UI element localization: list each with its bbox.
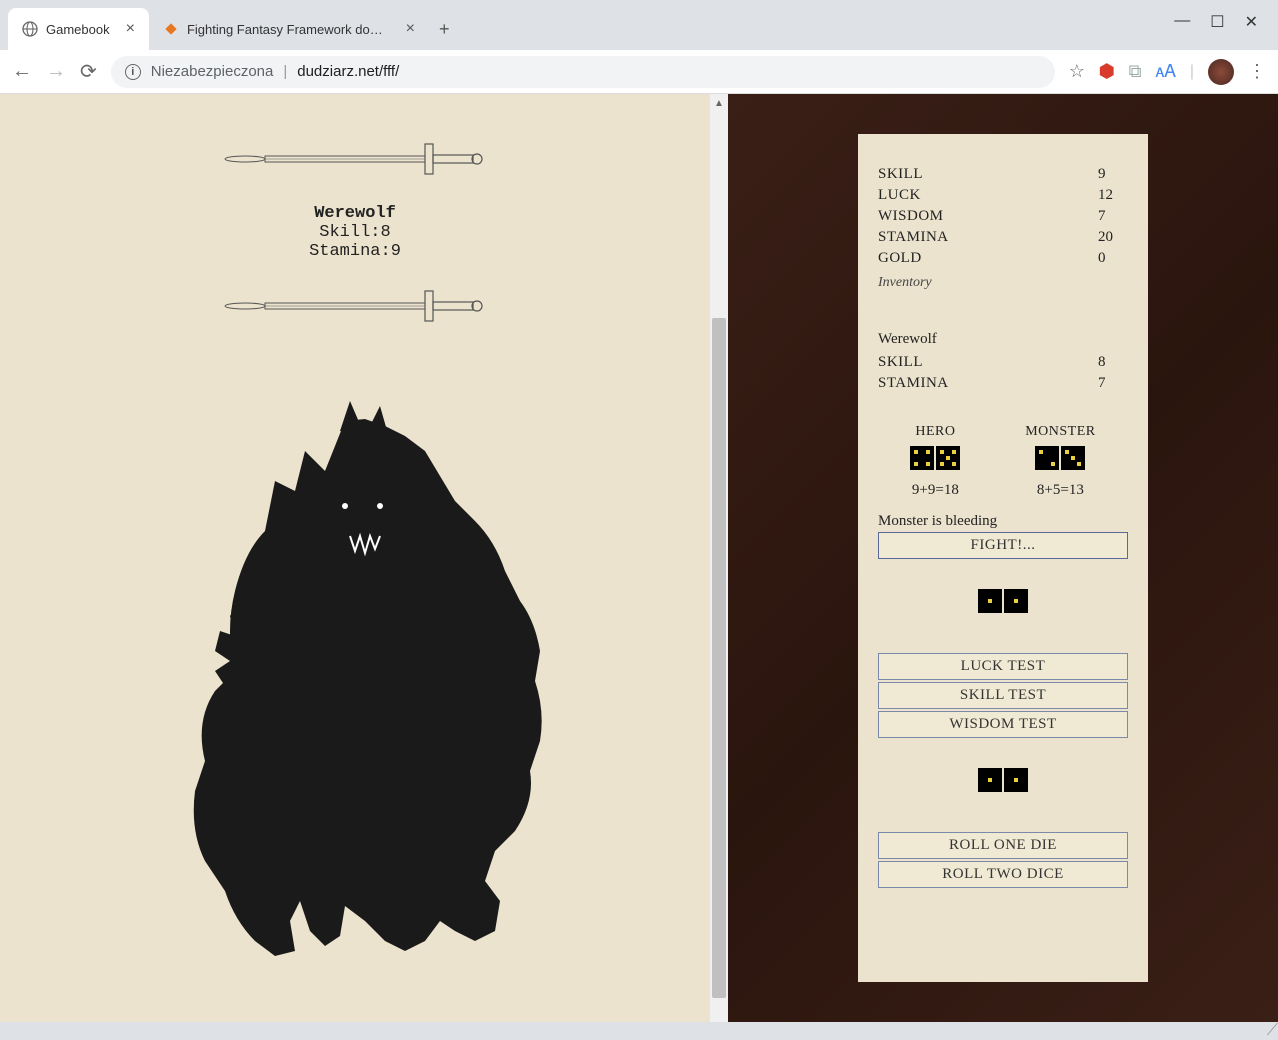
die-icon [1004,589,1028,613]
stat-row: GOLD 0 [878,248,1128,269]
monster-name: Werewolf [40,204,670,223]
stat-label: WISDOM [878,208,944,225]
stat-value: 7 [1098,375,1128,392]
die-icon [1061,446,1085,470]
forward-button[interactable]: → [46,60,66,83]
monster-label: MONSTER [1025,424,1095,440]
stat-label: SKILL [878,166,923,183]
die-icon [1004,768,1028,792]
die-icon [1035,446,1059,470]
window-controls: — ☐ ✕ [1154,0,1278,44]
die-icon [910,446,934,470]
star-icon[interactable]: ☆ [1069,61,1085,82]
stat-label: GOLD [878,250,922,267]
monster-math: 8+5=13 [1037,482,1084,499]
toolbar-right: ☆ ⬢ ⧉ 🗚 | ⋮ [1069,59,1266,85]
monster-combat-col: MONSTER 8+5=13 [1025,424,1095,499]
toolbar: ← → ⟳ i Niezabezpieczona | dudziarz.net/… [0,50,1278,94]
roll-dice [978,768,1028,792]
character-sheet: SKILL 9 LUCK 12 WISDOM 7 STAMINA 20 GOLD 0 Invent… [858,134,1148,982]
stat-row: SKILL 8 [878,352,1128,373]
tab-close-icon[interactable]: × [126,20,135,38]
stat-label: SKILL [878,354,923,371]
werewolf-illustration [145,391,565,971]
monster-dice [1035,446,1085,470]
roll-two-dice-button[interactable]: ROLL TWO DICE [878,861,1128,888]
hero-stats: SKILL 9 LUCK 12 WISDOM 7 STAMINA 20 GOLD 0 [878,164,1128,269]
scroll-up-icon[interactable]: ▲ [710,94,728,112]
content-area: Werewolf Skill:8 Stamina:9 [0,94,1278,1022]
stat-value: 12 [1098,187,1128,204]
test-dice [978,589,1028,613]
test-dice-section [878,589,1128,613]
hero-dice [910,446,960,470]
die-icon [936,446,960,470]
stat-label: STAMINA [878,229,949,246]
stat-row: STAMINA 20 [878,227,1128,248]
stat-value: 9 [1098,166,1128,183]
minimize-icon[interactable]: — [1174,12,1190,32]
close-icon[interactable]: ✕ [1245,12,1258,32]
fight-button[interactable]: FIGHT!... [878,532,1128,559]
stat-label: STAMINA [878,375,949,392]
stat-row: WISDOM 7 [878,206,1128,227]
monster-stat-block: Werewolf Skill:8 Stamina:9 [40,204,670,261]
hero-math: 9+9=18 [912,482,959,499]
skill-test-button[interactable]: SKILL TEST [878,682,1128,709]
test-buttons: LUCK TESTSKILL TESTWISDOM TEST [878,653,1128,738]
scrollbar-thumb[interactable] [712,318,726,998]
scrollbar[interactable]: ▲ [710,94,728,1022]
roll-dice-section [878,768,1128,792]
url-security-label: Niezabezpieczona [151,63,274,80]
tab-bar: Gamebook × Fighting Fantasy Framework do… [0,0,1278,50]
globe-icon [22,21,38,37]
reload-button[interactable]: ⟳ [80,59,97,84]
tab-close-icon[interactable]: × [406,20,415,38]
stat-value: 7 [1098,208,1128,225]
monster-stats: Werewolf SKILL 8 STAMINA 7 [878,331,1128,394]
monster-name-panel: Werewolf [878,331,1128,348]
tab-title: Gamebook [46,22,110,37]
wisdom-test-button[interactable]: WISDOM TEST [878,711,1128,738]
tab-title: Fighting Fantasy Framework dow… [187,22,390,37]
back-button[interactable]: ← [12,60,32,83]
maximize-icon[interactable]: ☐ [1210,12,1224,32]
parchment-page: Werewolf Skill:8 Stamina:9 [0,94,710,1022]
die-icon [978,768,1002,792]
sword-divider-icon [215,281,495,331]
stat-row: LUCK 12 [878,185,1128,206]
hero-combat-col: HERO 9+9=18 [910,424,960,499]
hero-label: HERO [915,424,955,440]
stat-value: 8 [1098,354,1128,371]
menu-icon[interactable]: ⋮ [1248,61,1266,82]
side-panel-area: SKILL 9 LUCK 12 WISDOM 7 STAMINA 20 GOLD 0 Invent… [728,94,1278,1022]
roll-buttons: ROLL ONE DIEROLL TWO DICE [878,832,1128,888]
avatar[interactable] [1208,59,1234,85]
stat-row: STAMINA 7 [878,373,1128,394]
url-bar[interactable]: i Niezabezpieczona | dudziarz.net/fff/ [111,56,1055,88]
stat-value: 0 [1098,250,1128,267]
combat-status: Monster is bleeding [878,513,1128,530]
diamond-icon [163,21,179,37]
combat-section: HERO 9+9=18 MONSTER 8+5=13 Monster is bl… [878,424,1128,559]
stat-value: 20 [1098,229,1128,246]
url-text: dudziarz.net/fff/ [297,63,399,80]
roll-one-die-button[interactable]: ROLL ONE DIE [878,832,1128,859]
info-icon[interactable]: i [125,64,141,80]
dropbox-icon[interactable]: ⧉ [1129,61,1142,82]
stat-label: LUCK [878,187,921,204]
stat-row: SKILL 9 [878,164,1128,185]
translate-icon[interactable]: 🗚 [1155,61,1175,82]
sword-divider-icon [215,134,495,184]
inventory-label: Inventory [878,275,1128,291]
luck-test-button[interactable]: LUCK TEST [878,653,1128,680]
tab-gamebook[interactable]: Gamebook × [8,8,149,50]
adblock-icon[interactable]: ⬢ [1099,61,1115,82]
die-icon [978,589,1002,613]
new-tab-button[interactable]: + [429,9,460,50]
page-content: Werewolf Skill:8 Stamina:9 [0,94,710,1022]
tab-fff[interactable]: Fighting Fantasy Framework dow… × [149,8,429,50]
